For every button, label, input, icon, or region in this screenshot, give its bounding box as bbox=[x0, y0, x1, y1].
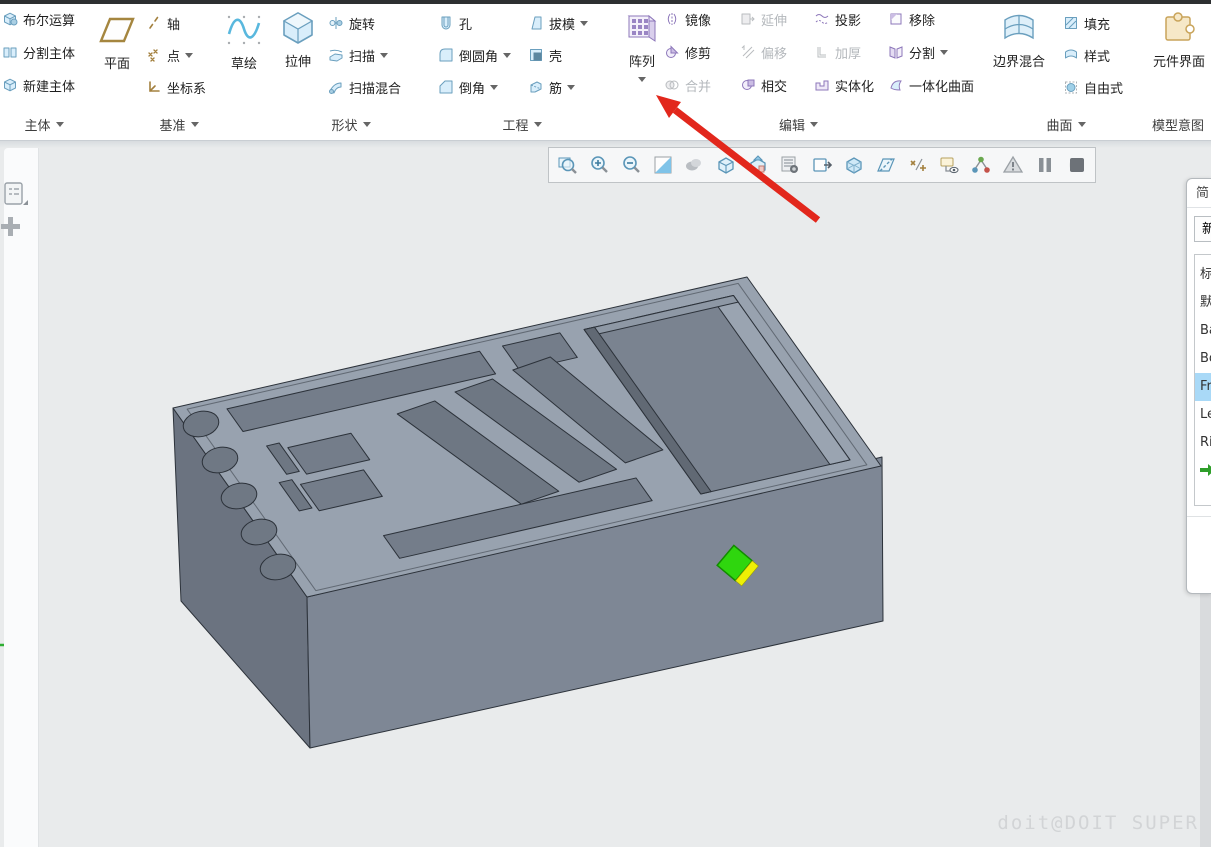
display-cube-button[interactable] bbox=[838, 150, 870, 180]
tree-filter-button[interactable] bbox=[965, 150, 997, 180]
zoom-window-button[interactable] bbox=[551, 150, 583, 180]
right-panel-new-button[interactable]: 新 bbox=[1194, 216, 1211, 242]
shading-style-icon bbox=[683, 154, 705, 176]
pause-button[interactable] bbox=[1029, 150, 1061, 180]
left-navigator-strip bbox=[4, 148, 39, 847]
show-annotations-button[interactable] bbox=[934, 150, 966, 180]
pause-icon bbox=[1034, 154, 1056, 176]
orientation-item-back[interactable]: Ba bbox=[1195, 317, 1211, 345]
right-panel-divider bbox=[1187, 516, 1211, 517]
saved-orientations-icon bbox=[747, 154, 769, 176]
model[interactable] bbox=[173, 277, 883, 748]
orientation-item-standard[interactable]: 标 bbox=[1195, 261, 1211, 289]
enter-component-icon bbox=[811, 154, 833, 176]
add-icon[interactable] bbox=[0, 214, 23, 238]
right-edge-strip bbox=[1200, 592, 1211, 847]
display-style-icon bbox=[715, 154, 737, 176]
zoom-window-icon bbox=[556, 154, 578, 176]
zoom-in-icon bbox=[588, 154, 610, 176]
orientation-item-right[interactable]: Rig bbox=[1195, 429, 1211, 457]
model-tree-list-icon[interactable] bbox=[1, 180, 29, 210]
saved-orientations-button[interactable] bbox=[742, 150, 774, 180]
view-manager-icon bbox=[779, 154, 801, 176]
datum-display-filters-icon bbox=[875, 154, 897, 176]
orientation-item-bottom[interactable]: Bo bbox=[1195, 345, 1211, 373]
tree-filter-icon bbox=[970, 154, 992, 176]
model-canvas bbox=[0, 0, 1211, 847]
show-annotations-icon bbox=[938, 154, 960, 176]
exit-view-icon bbox=[1066, 154, 1088, 176]
view-toolbar bbox=[548, 147, 1096, 183]
analysis-warning-icon bbox=[1002, 154, 1024, 176]
orientation-list: 标 默 Ba Bo Fro Le Rig bbox=[1194, 254, 1211, 506]
orientation-item-front-selected[interactable]: Fro bbox=[1195, 373, 1211, 401]
enter-component-button[interactable] bbox=[806, 150, 838, 180]
orientation-item-more[interactable] bbox=[1195, 457, 1211, 483]
orientation-item-default[interactable]: 默 bbox=[1195, 289, 1211, 317]
display-cube-icon bbox=[843, 154, 865, 176]
annotation-display-button[interactable] bbox=[902, 150, 934, 180]
repaint-icon bbox=[652, 154, 674, 176]
exit-view-button[interactable] bbox=[1061, 150, 1093, 180]
datum-display-filters-button[interactable] bbox=[870, 150, 902, 180]
green-arrow-icon bbox=[1200, 464, 1211, 476]
annotation-display-icon bbox=[907, 154, 929, 176]
display-style-button[interactable] bbox=[710, 150, 742, 180]
shading-style-button[interactable] bbox=[679, 150, 711, 180]
application-window: 布尔运算 分割主体 新建主体 主体 平面 轴 bbox=[0, 0, 1211, 847]
view-manager-button[interactable] bbox=[774, 150, 806, 180]
orientation-item-left[interactable]: Le bbox=[1195, 401, 1211, 429]
zoom-out-button[interactable] bbox=[615, 150, 647, 180]
analysis-warning-button[interactable] bbox=[997, 150, 1029, 180]
right-panel-tab[interactable]: 简 bbox=[1187, 179, 1211, 208]
zoom-in-button[interactable] bbox=[583, 150, 615, 180]
repaint-button[interactable] bbox=[647, 150, 679, 180]
right-panel: 简 新 标 默 Ba Bo Fro Le Rig bbox=[1186, 178, 1211, 594]
graphics-area[interactable]: doit@DOIT SUPER 简 新 标 默 Ba Bo Fro Le Rig bbox=[0, 140, 1211, 847]
zoom-out-icon bbox=[620, 154, 642, 176]
